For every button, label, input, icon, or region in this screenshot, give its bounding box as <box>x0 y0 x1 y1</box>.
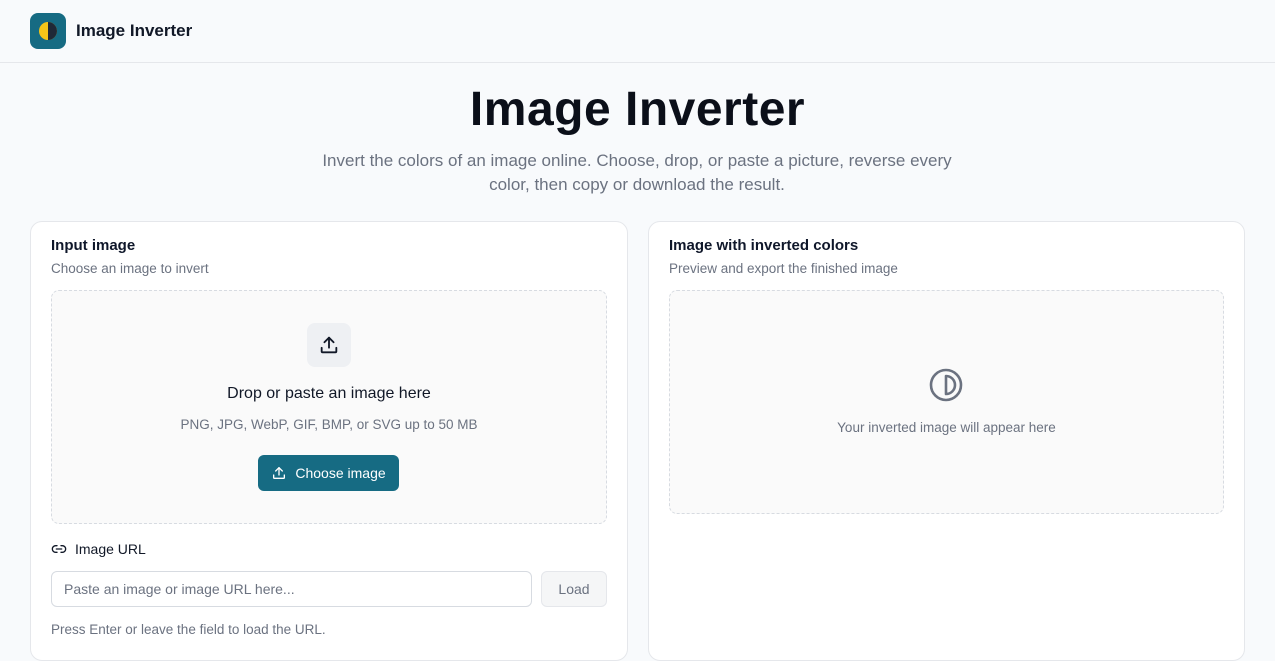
input-card-subtitle: Choose an image to invert <box>51 261 209 276</box>
page-subtitle: Invert the colors of an image online. Ch… <box>322 151 952 194</box>
top-bar: Image Inverter <box>0 0 1275 63</box>
inverted-preview-area: Your inverted image will appear here <box>669 290 1224 514</box>
upload-icon <box>273 467 286 479</box>
page-title: Image Inverter <box>469 83 806 136</box>
link-icon <box>51 545 67 553</box>
image-url-label-row: Image URL <box>51 541 146 557</box>
app-logo-icon[interactable] <box>30 13 66 49</box>
choose-image-button[interactable]: Choose image <box>258 455 399 491</box>
image-url-label: Image URL <box>75 541 146 557</box>
contrast-icon <box>929 368 963 402</box>
dropzone-formats: PNG, JPG, WebP, GIF, BMP, or SVG up to 5… <box>180 417 478 432</box>
upload-icon <box>307 323 351 367</box>
input-card-title: Input image <box>51 237 136 254</box>
output-card-subtitle: Preview and export the finished image <box>669 261 898 276</box>
input-image-card: Input image Choose an image to invert Dr… <box>30 221 628 661</box>
dropzone-title: Drop or paste an image here <box>227 385 431 402</box>
image-url-input[interactable] <box>51 571 532 607</box>
image-dropzone[interactable]: Drop or paste an image here PNG, JPG, We… <box>51 290 607 524</box>
url-hint: Press Enter or leave the field to load t… <box>51 622 326 637</box>
output-card-title: Image with inverted colors <box>669 237 859 254</box>
preview-empty-text: Your inverted image will appear here <box>837 420 1056 435</box>
brand-name[interactable]: Image Inverter <box>76 21 192 41</box>
load-url-button[interactable]: Load <box>541 571 607 607</box>
inverted-image-card: Image with inverted colors Preview and e… <box>648 221 1245 661</box>
choose-image-label: Choose image <box>295 465 386 481</box>
